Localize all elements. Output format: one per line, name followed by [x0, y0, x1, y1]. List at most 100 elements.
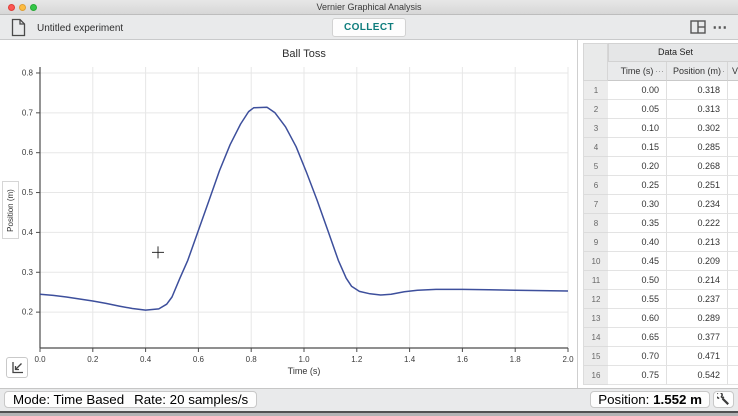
y-axis-label: Position (m) [6, 189, 15, 232]
table-cell-velocity[interactable] [728, 252, 738, 271]
table-cell-time[interactable]: 0.15 [608, 138, 667, 157]
table-cell-time[interactable]: 0.30 [608, 195, 667, 214]
table-cell-velocity[interactable] [728, 328, 738, 347]
titlebar: Vernier Graphical Analysis [0, 0, 738, 15]
table-cell-time[interactable]: 0.05 [608, 100, 667, 119]
table-cell-position[interactable]: 0.302 [667, 119, 728, 138]
table-cell-position[interactable]: 0.268 [667, 157, 728, 176]
table-cell-position[interactable]: 0.471 [667, 347, 728, 366]
table-cell-velocity[interactable] [728, 347, 738, 366]
data-set-header[interactable]: Data Set [608, 43, 738, 62]
table-cell-time[interactable]: 0.55 [608, 290, 667, 309]
table-cell-velocity[interactable] [728, 81, 738, 100]
table-cell-position[interactable]: 0.234 [667, 195, 728, 214]
table-cell-time[interactable]: 0.40 [608, 233, 667, 252]
table-cell-time[interactable]: 0.65 [608, 328, 667, 347]
svg-text:0.6: 0.6 [193, 355, 205, 364]
row-number: 3 [583, 119, 608, 138]
table-cell-velocity[interactable] [728, 119, 738, 138]
table-cell-time[interactable]: 0.35 [608, 214, 667, 233]
column-header-position[interactable]: Position (m)⋯ [667, 62, 728, 81]
minimize-button[interactable] [19, 4, 26, 11]
table-cell-position[interactable]: 0.214 [667, 271, 728, 290]
table-cell-time[interactable]: 0.10 [608, 119, 667, 138]
table-cell-position[interactable]: 0.289 [667, 309, 728, 328]
more-menu-button[interactable]: ⋯ [709, 15, 731, 39]
table-cell-position[interactable]: 0.213 [667, 233, 728, 252]
svg-text:1.2: 1.2 [351, 355, 363, 364]
row-number: 15 [583, 347, 608, 366]
table-cell-velocity[interactable] [728, 290, 738, 309]
graph-tools-button[interactable] [6, 357, 28, 378]
table-cell-velocity[interactable] [728, 366, 738, 385]
mode-label: Mode: Time Based [13, 392, 124, 407]
document-icon[interactable] [9, 18, 27, 38]
status-bar: Mode: Time BasedRate: 20 samples/s Posit… [0, 388, 738, 411]
graph-tools-icon [10, 361, 24, 375]
table-cell-position[interactable]: 0.222 [667, 214, 728, 233]
table-cell-velocity[interactable] [728, 214, 738, 233]
table-cell-position[interactable]: 0.318 [667, 81, 728, 100]
svg-text:0.5: 0.5 [22, 188, 34, 197]
axes [36, 67, 568, 352]
position-meter-button[interactable]: Position: 1.552 m [590, 391, 710, 408]
window-title: Vernier Graphical Analysis [0, 0, 738, 14]
row-number: 5 [583, 157, 608, 176]
zoom-button[interactable] [30, 4, 37, 11]
table-cell-velocity[interactable] [728, 233, 738, 252]
svg-text:0.2: 0.2 [87, 355, 99, 364]
svg-text:1.0: 1.0 [298, 355, 310, 364]
table-cell-time[interactable]: 0.00 [608, 81, 667, 100]
svg-text:0.8: 0.8 [246, 355, 258, 364]
table-cell-position[interactable]: 0.251 [667, 176, 728, 195]
table-cell-time[interactable]: 0.20 [608, 157, 667, 176]
collect-button[interactable]: COLLECT [332, 18, 406, 37]
row-number: 9 [583, 233, 608, 252]
close-button[interactable] [8, 4, 15, 11]
table-cell-position[interactable]: 0.313 [667, 100, 728, 119]
table-cell-time[interactable]: 0.60 [608, 309, 667, 328]
table-cell-position[interactable]: 0.237 [667, 290, 728, 309]
row-number: 8 [583, 214, 608, 233]
sensor-settings-button[interactable] [713, 391, 734, 408]
column-menu-icon[interactable]: ⋯ [655, 62, 664, 80]
table-cell-time[interactable]: 0.70 [608, 347, 667, 366]
row-number: 6 [583, 176, 608, 195]
data-table-panel: Data Set Time (s)⋯Position (m)⋯V10.000.3… [579, 40, 738, 388]
table-cell-velocity[interactable] [728, 157, 738, 176]
table-cell-position[interactable]: 0.285 [667, 138, 728, 157]
svg-text:1.6: 1.6 [457, 355, 469, 364]
mode-rate-button[interactable]: Mode: Time BasedRate: 20 samples/s [4, 391, 257, 408]
column-header-velocity[interactable]: V [728, 62, 738, 81]
table-cell-time[interactable]: 0.45 [608, 252, 667, 271]
column-menu-icon[interactable]: ⋯ [716, 62, 725, 80]
table-cell-position[interactable]: 0.377 [667, 328, 728, 347]
app-toolbar: Untitled experiment COLLECT ⋯ [0, 15, 738, 40]
table-cell-time[interactable]: 0.75 [608, 366, 667, 385]
row-number: 4 [583, 138, 608, 157]
table-cell-velocity[interactable] [728, 138, 738, 157]
wrench-icon [717, 393, 730, 406]
table-cell-velocity[interactable] [728, 176, 738, 195]
svg-text:2.0: 2.0 [562, 355, 574, 364]
table-cell-position[interactable]: 0.209 [667, 252, 728, 271]
svg-text:0.4: 0.4 [22, 228, 34, 237]
chart-plot-area[interactable]: 0.00.20.40.60.81.01.21.41.61.82.00.20.30… [0, 40, 578, 388]
table-cell-time[interactable]: 0.50 [608, 271, 667, 290]
y-axis-label-button[interactable]: Position (m) [2, 181, 19, 239]
column-header-label: Time (s) [621, 66, 654, 76]
row-number: 2 [583, 100, 608, 119]
table-cell-velocity[interactable] [728, 195, 738, 214]
svg-text:1.8: 1.8 [510, 355, 522, 364]
table-cell-velocity[interactable] [728, 271, 738, 290]
x-axis-label: Time (s) [40, 366, 568, 376]
layout-icon[interactable] [689, 20, 707, 36]
column-header-time[interactable]: Time (s)⋯ [608, 62, 667, 81]
table-cell-velocity[interactable] [728, 309, 738, 328]
table-cell-position[interactable]: 0.542 [667, 366, 728, 385]
graph-panel: Ball Toss 0.00.20.40.60.81.01.21.41.61.8… [0, 40, 578, 388]
table-cell-velocity[interactable] [728, 100, 738, 119]
document-name: Untitled experiment [37, 23, 123, 34]
column-header-label: Position (m) [673, 66, 721, 76]
table-cell-time[interactable]: 0.25 [608, 176, 667, 195]
